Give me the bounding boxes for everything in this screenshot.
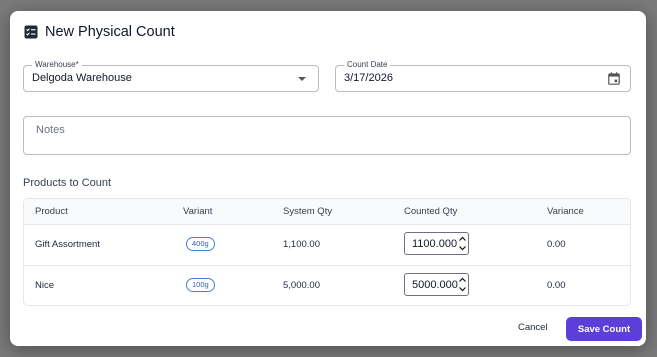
warehouse-label: Warehouse* bbox=[32, 60, 82, 70]
counted-qty-input[interactable]: 1100.000 bbox=[404, 232, 469, 255]
table-row: Gift Assortment 400g 1,100.00 1100.000 0… bbox=[24, 225, 630, 266]
dropdown-arrow-icon[interactable] bbox=[298, 77, 306, 81]
variant-chip: 100g bbox=[186, 278, 215, 292]
count-date-label: Count Date bbox=[344, 60, 391, 70]
warehouse-select[interactable]: Warehouse* Delgoda Warehouse bbox=[23, 60, 319, 92]
table-header: Product Variant System Qty Counted Qty V… bbox=[24, 199, 630, 225]
variance-value: 0.00 bbox=[547, 280, 566, 291]
column-header-system-qty: System Qty bbox=[283, 206, 333, 217]
product-name: Nice bbox=[35, 280, 55, 291]
dialog-header: New Physical Count bbox=[24, 24, 175, 40]
notes-placeholder: Notes bbox=[36, 124, 65, 136]
products-table: Product Variant System Qty Counted Qty V… bbox=[23, 198, 631, 306]
spinner-arrows-icon[interactable] bbox=[458, 235, 467, 252]
counted-qty-value: 1100.000 bbox=[412, 238, 458, 250]
warehouse-value: Delgoda Warehouse bbox=[32, 72, 132, 84]
variance-value: 0.00 bbox=[547, 239, 566, 250]
counted-qty-input[interactable]: 5000.000 bbox=[404, 273, 469, 296]
calendar-icon[interactable] bbox=[608, 72, 620, 90]
notes-field[interactable]: Notes bbox=[23, 116, 631, 155]
count-date-value: 3/17/2026 bbox=[344, 72, 393, 84]
checklist-icon bbox=[24, 25, 38, 39]
system-qty: 1,100.00 bbox=[283, 239, 320, 250]
column-header-product: Product bbox=[35, 206, 68, 217]
spinner-arrows-icon[interactable] bbox=[458, 276, 467, 293]
new-physical-count-dialog: New Physical Count Warehouse* Delgoda Wa… bbox=[10, 11, 646, 346]
dialog-title: New Physical Count bbox=[45, 24, 175, 40]
count-date-field[interactable]: Count Date 3/17/2026 bbox=[335, 60, 631, 92]
cancel-button[interactable]: Cancel bbox=[518, 322, 548, 333]
table-row: Nice 100g 5,000.00 5000.000 0.00 bbox=[24, 266, 630, 305]
column-header-counted-qty: Counted Qty bbox=[404, 206, 458, 217]
system-qty: 5,000.00 bbox=[283, 280, 320, 291]
save-count-button[interactable]: Save Count bbox=[566, 317, 642, 341]
column-header-variant: Variant bbox=[183, 206, 213, 217]
products-section-label: Products to Count bbox=[23, 177, 112, 189]
product-name: Gift Assortment bbox=[35, 239, 100, 250]
counted-qty-value: 5000.000 bbox=[412, 279, 458, 291]
column-header-variance: Variance bbox=[547, 206, 584, 217]
variant-chip: 400g bbox=[186, 237, 215, 251]
